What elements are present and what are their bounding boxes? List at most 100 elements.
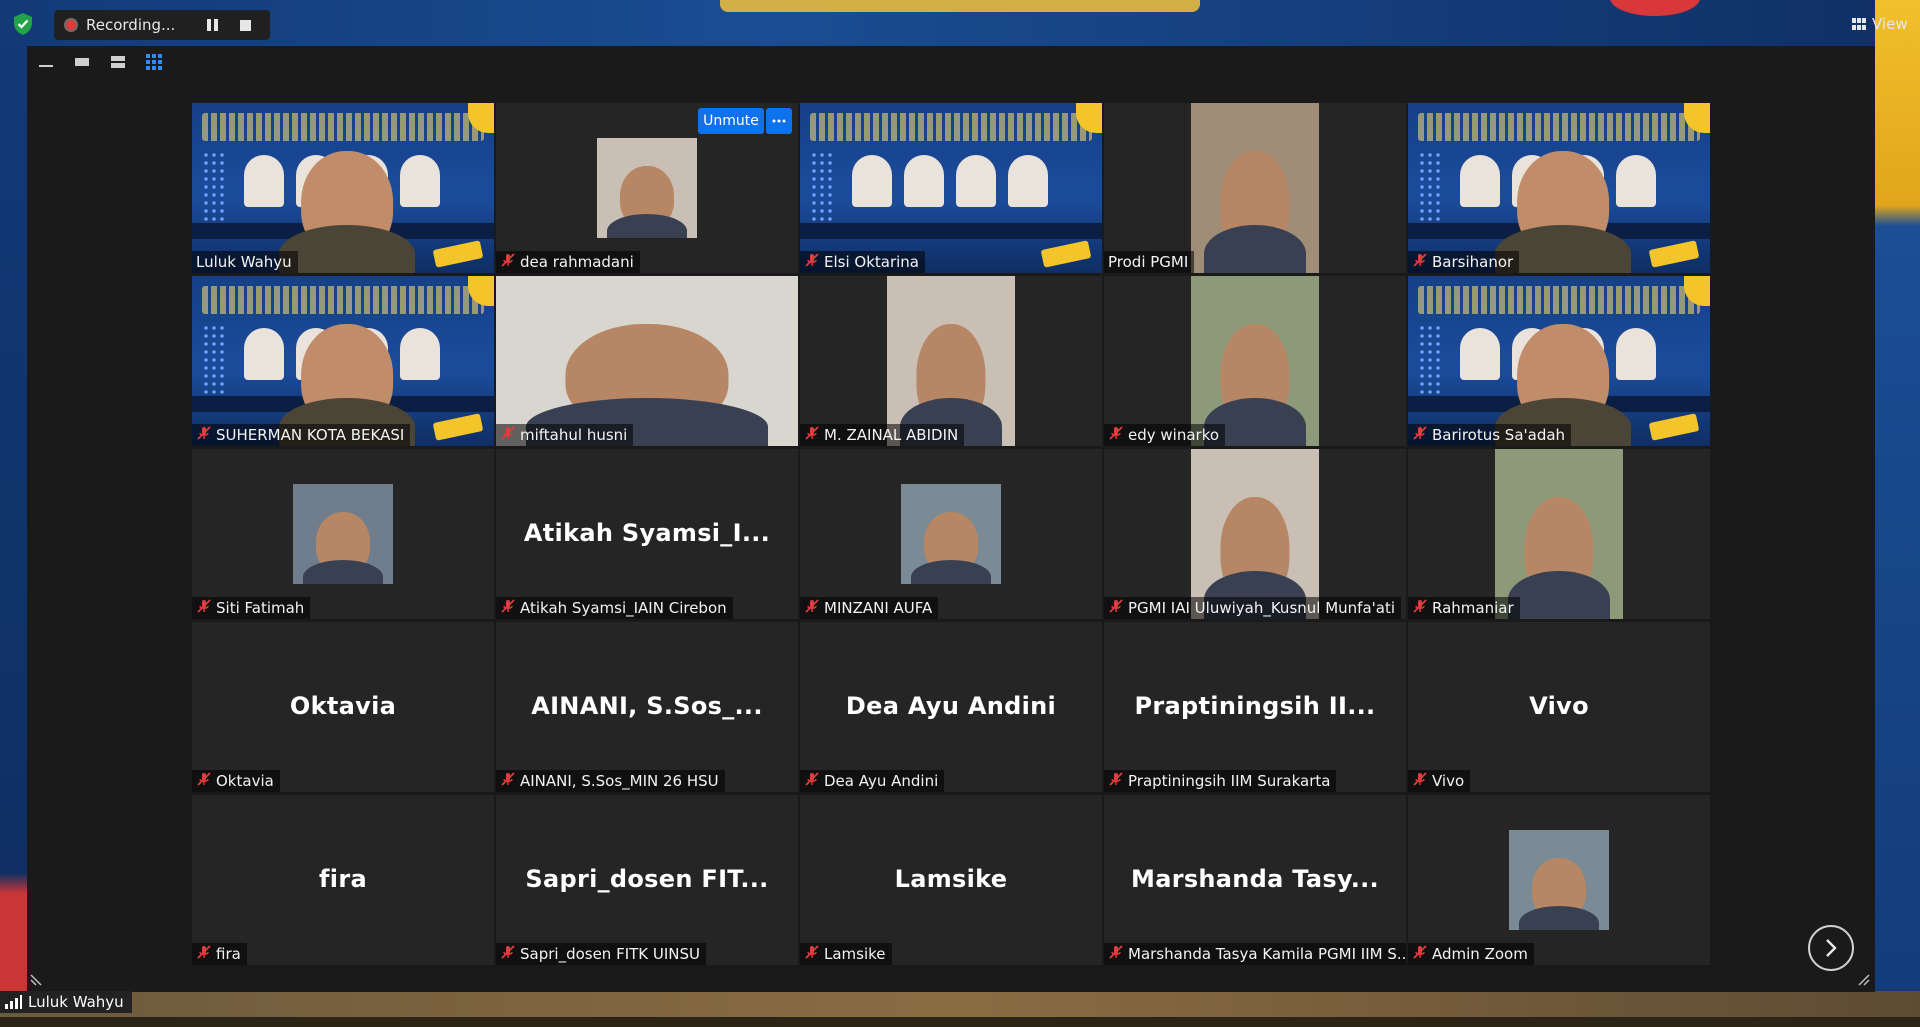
mic-off-icon [500,252,516,272]
security-shield-icon[interactable] [12,12,34,36]
taskbar-shelf [0,1017,1920,1027]
mic-off-icon [500,598,516,618]
participant-tile[interactable]: Siti Fatimah [192,449,494,619]
participant-display-name: Vivo [1529,692,1589,720]
participant-name: Siti Fatimah [216,599,305,617]
unmute-button[interactable]: Unmute [698,108,764,134]
minimize-layout-icon[interactable] [36,54,56,70]
mic-off-icon [196,944,212,964]
participant-tile[interactable]: MINZANI AUFA [800,449,1102,619]
resize-grip-icon[interactable] [30,970,46,986]
participant-name: Admin Zoom [1432,945,1528,963]
participant-name-tag: Luluk Wahyu [192,251,298,273]
mic-off-icon [1412,771,1428,791]
stop-recording-icon[interactable] [240,19,251,31]
participant-name-tag: fira [192,943,247,965]
participant-name: Barirotus Sa'adah [1432,426,1566,444]
participant-name-tag: Sapri_dosen FITK UINSU [496,943,707,965]
participant-tile[interactable]: Atikah Syamsi_I... Atikah Syamsi_IAIN Cir… [496,449,798,619]
participant-name: Barsihanor [1432,253,1514,271]
gallery-grid: Luluk Wahyu dea rahmadani Elsi Oktarina … [192,103,1711,966]
participant-tile[interactable]: Prodi PGMI [1104,103,1406,273]
participant-name-tag: Barsihanor [1408,251,1520,273]
participant-tile[interactable]: Rahmaniar [1408,449,1710,619]
participant-tile[interactable]: AINANI, S.Sos_... AINANI, S.Sos_MIN 26 HS… [496,622,798,792]
mic-off-icon [1108,425,1124,445]
participant-name: PGMI IAI Uluwiyah_Kusnul Munfa'ati [1128,599,1395,617]
participant-name: MINZANI AUFA [824,599,933,617]
participant-display-name: Dea Ayu Andini [845,692,1057,720]
participant-name: fira [216,945,241,963]
mic-off-icon [500,944,516,964]
participant-name: Vivo [1432,772,1465,790]
participant-tile[interactable]: M. ZAINAL ABIDIN [800,276,1102,446]
participant-tile[interactable]: Luluk Wahyu [192,103,494,273]
participant-name: Luluk Wahyu [196,253,292,271]
ellipsis-icon [772,119,786,123]
participant-name-tag: MINZANI AUFA [800,597,939,619]
participant-tile[interactable]: PGMI IAI Uluwiyah_Kusnul Munfa'ati [1104,449,1406,619]
participant-name: M. ZAINAL ABIDIN [824,426,959,444]
participant-tile[interactable]: Vivo Vivo [1408,622,1710,792]
next-page-button[interactable] [1808,925,1854,971]
participant-tile[interactable]: Elsi Oktarina [800,103,1102,273]
mic-off-icon [804,252,820,272]
participant-name: Elsi Oktarina [824,253,919,271]
participant-tile[interactable]: Admin Zoom [1408,795,1710,965]
participant-tile[interactable]: Oktavia Oktavia [192,622,494,792]
recording-dot-icon [64,18,78,32]
participant-tile[interactable]: miftahul husni [496,276,798,446]
participant-tile[interactable]: Barirotus Sa'adah [1408,276,1710,446]
participant-display-name: AINANI, S.Sos_... [531,692,763,720]
gallery-layout-icon[interactable] [144,54,164,70]
background-banner [720,0,1200,12]
mic-off-icon [1412,425,1428,445]
participant-name: Oktavia [216,772,274,790]
participant-tile[interactable]: SUHERMAN KOTA BEKASI [192,276,494,446]
participant-name-tag: Elsi Oktarina [800,251,925,273]
participant-name: Marshanda Tasya Kamila PGMI IIM S... [1128,945,1406,963]
participant-name: SUHERMAN KOTA BEKASI [216,426,405,444]
stacked-layout-icon[interactable] [108,54,128,70]
participant-display-name: Marshanda Tasy... [1131,865,1379,893]
participant-name-tag: Siti Fatimah [192,597,311,619]
speaker-strip-icon[interactable] [72,54,92,70]
participant-name-tag: AINANI, S.Sos_MIN 26 HSU [496,770,725,792]
desktop-background [0,0,1920,46]
participant-tile[interactable]: Lamsike Lamsike [800,795,1102,965]
participant-display-name: Oktavia [289,692,397,720]
mic-off-icon [196,425,212,445]
participant-name-tag: Rahmaniar [1408,597,1520,619]
participant-tile[interactable]: Praptiningsih II... Praptiningsih IIM Sur… [1104,622,1406,792]
recording-indicator: Recording... [54,10,270,40]
participant-name: Rahmaniar [1432,599,1514,617]
participant-name: Praptiningsih IIM Surakarta [1128,772,1331,790]
participant-tile[interactable]: Dea Ayu Andini Dea Ayu Andini [800,622,1102,792]
participant-name-tag: Barirotus Sa'adah [1408,424,1572,446]
desktop-background-right [1875,0,1920,1027]
mic-off-icon [804,598,820,618]
participant-name-tag: Dea Ayu Andini [800,770,945,792]
participant-tile[interactable]: Sapri_dosen FIT... Sapri_dosen FITK UINSU [496,795,798,965]
active-speaker-name: Luluk Wahyu [28,993,124,1011]
participant-tile[interactable]: edy winarko [1104,276,1406,446]
mic-off-icon [804,425,820,445]
mic-off-icon [1108,771,1124,791]
participant-name: Lamsike [824,945,886,963]
participant-name: Atikah Syamsi_IAIN Cirebon [520,599,727,617]
participant-display-name: Praptiningsih II... [1134,692,1376,720]
active-speaker-label: Luluk Wahyu [0,991,132,1013]
participant-name: miftahul husni [520,426,628,444]
participant-name-tag: Admin Zoom [1408,943,1534,965]
more-options-button[interactable] [766,108,792,134]
mic-off-icon [804,771,820,791]
participant-tile[interactable]: Marshanda Tasy... Marshanda Tasya Kamila … [1104,795,1406,965]
view-button[interactable]: View [1844,12,1916,36]
participant-tile[interactable]: fira fira [192,795,494,965]
mic-off-icon [500,425,516,445]
participant-tile[interactable]: Barsihanor [1408,103,1710,273]
pause-recording-icon[interactable] [204,17,220,33]
resize-grip-icon[interactable] [1854,970,1870,986]
grid-view-icon [1852,18,1866,30]
participant-name: dea rahmadani [520,253,634,271]
